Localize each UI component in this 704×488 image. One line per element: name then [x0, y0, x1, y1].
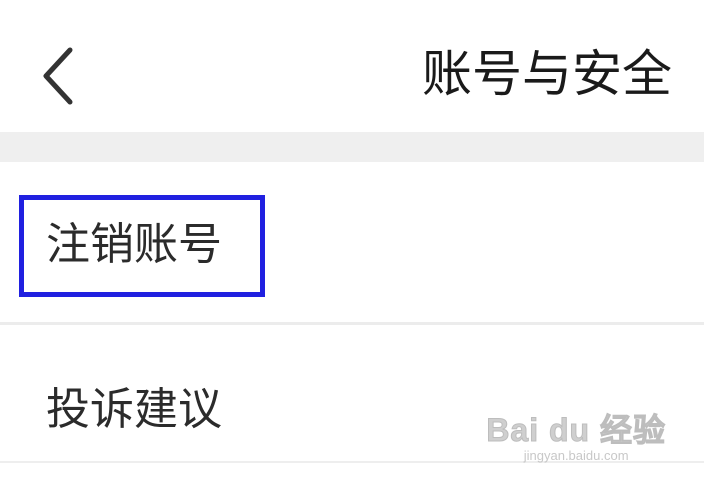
menu-item-deactivate-account[interactable]: 注销账号 [0, 162, 704, 322]
chevron-left-icon [30, 40, 90, 110]
menu-item-label: 注销账号 [46, 219, 222, 270]
top-bar: 账号与安全 [0, 0, 704, 132]
section-divider [0, 132, 704, 162]
row-divider [0, 461, 704, 463]
page-title: 账号与安全 [422, 45, 672, 103]
menu-item-feedback[interactable]: 投诉建议 [0, 325, 704, 461]
menu-item-label: 投诉建议 [46, 384, 222, 435]
back-button[interactable] [30, 40, 90, 110]
